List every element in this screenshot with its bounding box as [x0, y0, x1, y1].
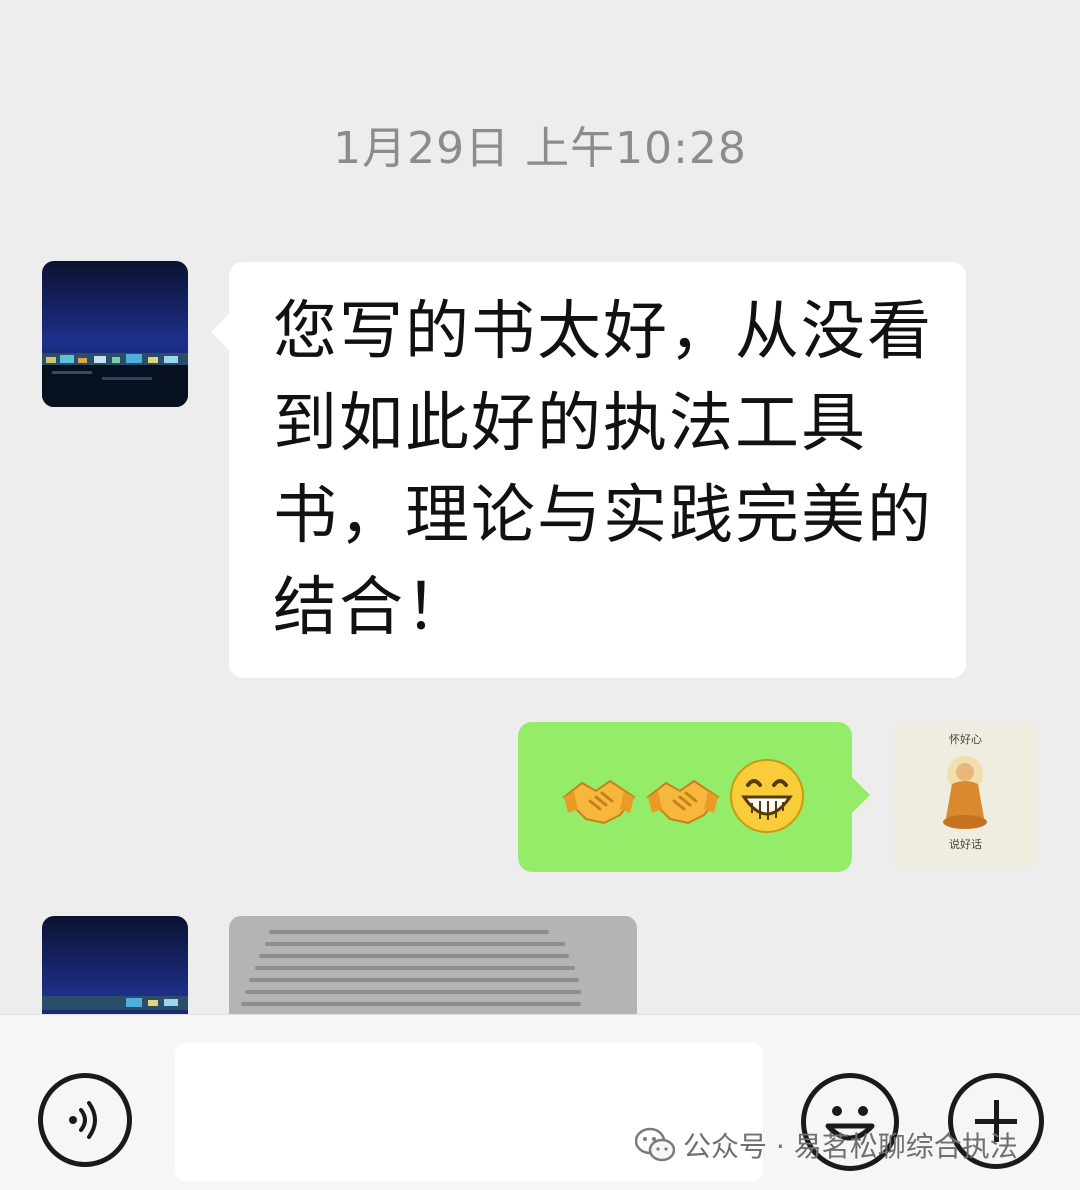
- avatar-caption-top: 怀好心: [949, 733, 982, 746]
- chat-area[interactable]: 1月29日 上午10:28 您写的书太好，从没看到如此好的执法工具书，理论与实践…: [0, 0, 1080, 1014]
- voice-button[interactable]: [38, 1073, 132, 1167]
- watermark-text: 公众号 · 易茗松聊综合执法: [683, 1130, 1018, 1163]
- document-text-line: [245, 990, 581, 994]
- handshake-emoji: [562, 779, 636, 825]
- avatar-caption-bottom: 说好话: [949, 838, 982, 851]
- watermark: 公众号 · 易茗松聊综合执法: [635, 1120, 1018, 1170]
- document-text-line: [241, 1002, 581, 1006]
- image-message[interactable]: [229, 916, 637, 1014]
- grin-emoji: [730, 759, 804, 833]
- document-text-line: [255, 966, 575, 970]
- message-timestamp: 1月29日 上午10:28: [333, 123, 747, 174]
- emoji-row: [560, 757, 806, 835]
- buddha-figure-icon: [943, 756, 987, 829]
- my-avatar[interactable]: 怀好心 说好话: [893, 722, 1038, 867]
- wechat-logo-icon: [635, 1127, 675, 1162]
- incoming-message-text: 您写的书太好，从没看到如此好的执法工具书，理论与实践完美的结合！: [273, 295, 933, 645]
- document-text-line: [259, 954, 569, 958]
- incoming-message-bubble[interactable]: 您写的书太好，从没看到如此好的执法工具书，理论与实践完美的结合！: [211, 262, 966, 678]
- contact-avatar[interactable]: [42, 916, 188, 1014]
- document-text-line: [249, 978, 579, 982]
- night-cityscape-image: [42, 261, 188, 407]
- night-cityscape-image: [42, 916, 188, 1014]
- outgoing-message-bubble[interactable]: [518, 722, 870, 872]
- document-text-line: [265, 942, 565, 946]
- contact-avatar[interactable]: [42, 261, 188, 407]
- handshake-emoji: [646, 779, 720, 825]
- voice-icon: [69, 1101, 97, 1139]
- document-text-line: [269, 930, 549, 934]
